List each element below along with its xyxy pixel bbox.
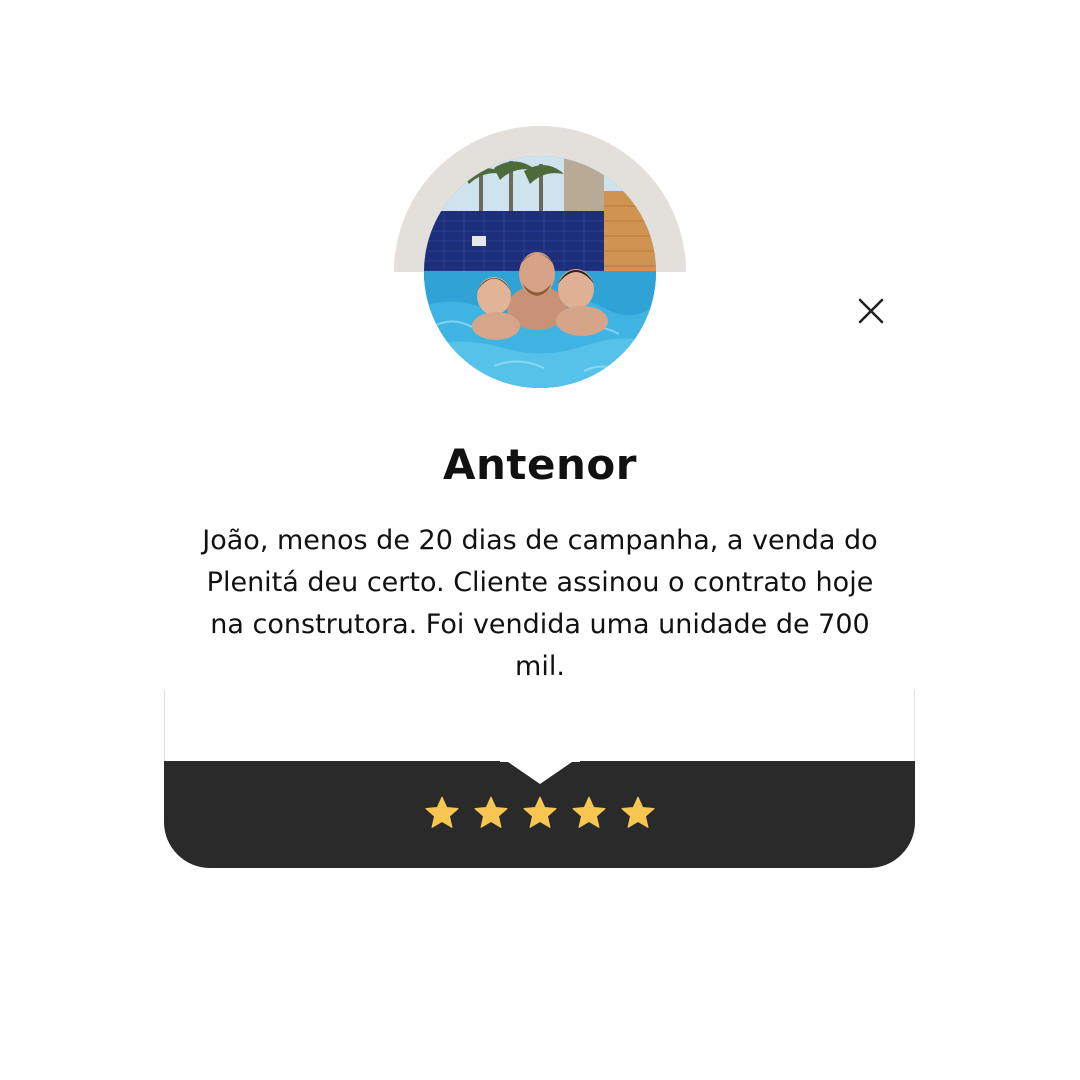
avatar-photo [424, 156, 656, 388]
close-button[interactable] [851, 291, 891, 331]
reviewer-name: Antenor [443, 440, 637, 489]
star-icon [572, 796, 606, 828]
star-icon [523, 796, 557, 828]
star-rating [0, 795, 1080, 831]
footer-notch [500, 760, 580, 784]
testimonial-card-view: Antenor João, menos de 20 dias de campan… [0, 0, 1080, 1080]
star-icon [425, 796, 459, 828]
close-icon [858, 298, 884, 324]
review-text: João, menos de 20 dias de campanha, a ve… [202, 525, 878, 682]
star-icon [474, 796, 508, 828]
star-icon [621, 796, 655, 828]
avatar [424, 156, 656, 388]
